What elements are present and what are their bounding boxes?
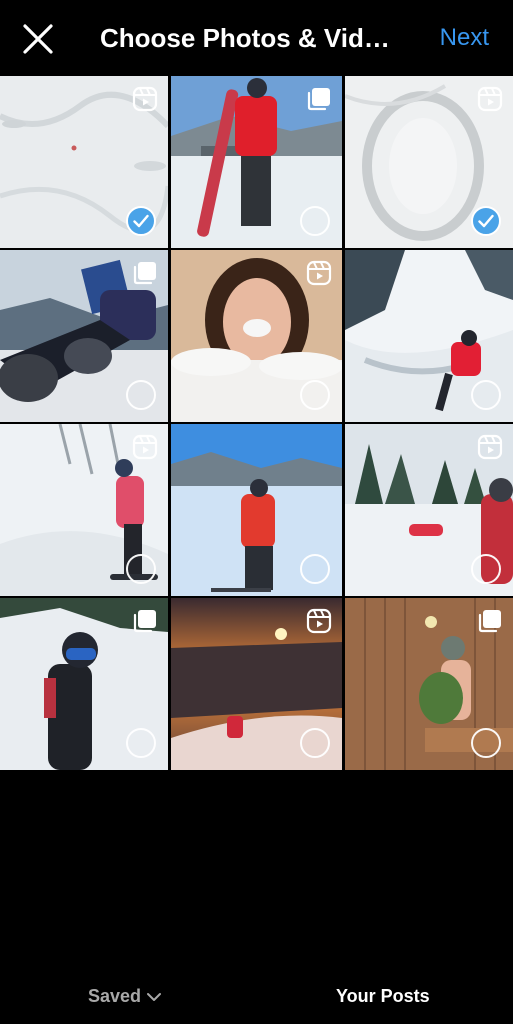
checkmark-icon	[478, 214, 494, 228]
media-tile[interactable]	[0, 76, 168, 248]
select-circle[interactable]	[300, 206, 330, 236]
media-tile[interactable]	[171, 250, 342, 422]
selected-indicator[interactable]	[471, 206, 501, 236]
multiple-icon	[307, 88, 330, 111]
media-grid	[0, 76, 513, 770]
saved-tab[interactable]: Saved	[88, 986, 162, 1007]
selected-indicator[interactable]	[126, 206, 156, 236]
page-title: Choose Photos & Videos	[100, 23, 400, 53]
saved-label: Saved	[88, 986, 142, 1006]
multiple-icon	[478, 610, 501, 633]
reels-icon	[132, 434, 158, 460]
media-tile[interactable]	[345, 424, 513, 596]
media-tile[interactable]	[345, 250, 513, 422]
select-circle[interactable]	[300, 728, 330, 758]
your-posts-tab[interactable]: Your Posts	[336, 986, 430, 1007]
media-tile[interactable]	[171, 424, 342, 596]
top-bar: Choose Photos & Videos Next	[0, 0, 513, 76]
reels-icon	[477, 86, 503, 112]
select-circle[interactable]	[471, 380, 501, 410]
select-circle[interactable]	[471, 554, 501, 584]
select-circle[interactable]	[471, 728, 501, 758]
reels-icon	[132, 86, 158, 112]
select-circle[interactable]	[126, 380, 156, 410]
media-tile[interactable]	[0, 598, 168, 770]
select-circle[interactable]	[300, 554, 330, 584]
media-tile[interactable]	[171, 598, 342, 770]
media-tile[interactable]	[345, 598, 513, 770]
next-button[interactable]: Next	[440, 20, 489, 56]
media-tile[interactable]	[345, 76, 513, 248]
multiple-icon	[133, 610, 156, 633]
select-circle[interactable]	[300, 380, 330, 410]
checkmark-icon	[133, 214, 149, 228]
reels-icon	[306, 608, 332, 634]
media-tile[interactable]	[171, 76, 342, 248]
media-tile[interactable]	[0, 424, 168, 596]
bottom-bar: Saved Your Posts	[0, 960, 513, 1024]
multiple-icon	[133, 262, 156, 285]
media-tile[interactable]	[0, 250, 168, 422]
close-icon[interactable]	[22, 23, 54, 55]
reels-icon	[477, 434, 503, 460]
select-circle[interactable]	[126, 728, 156, 758]
reels-icon	[306, 260, 332, 286]
chevron-down-icon	[147, 993, 162, 1002]
select-circle[interactable]	[126, 554, 156, 584]
